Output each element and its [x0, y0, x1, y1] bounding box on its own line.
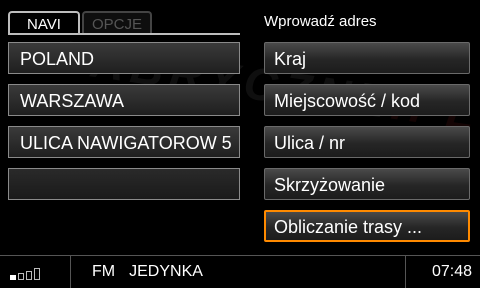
clock: 07:48: [431, 263, 472, 280]
address-menu: Kraj Miejscowość / kod Ulica / nr Skrzyż…: [264, 42, 470, 252]
radio-station: JEDYNKA: [129, 263, 203, 280]
address-fields: POLAND WARSZAWA ULICA NAWIGATOROW 5: [8, 42, 240, 210]
signal-bar: [34, 268, 40, 280]
radio-info[interactable]: FM JEDYNKA: [92, 263, 203, 281]
intersection-value: [8, 168, 240, 200]
signal-bar: [18, 273, 24, 280]
street-number-button[interactable]: Ulica / nr: [264, 126, 470, 158]
intersection-button[interactable]: Skrzyżowanie: [264, 168, 470, 200]
country-value: POLAND: [8, 42, 240, 74]
calculate-route-button[interactable]: Obliczanie trasy ...: [264, 210, 470, 242]
tab-navi[interactable]: NAVI: [8, 11, 80, 35]
radio-band: FM: [92, 263, 116, 280]
tab-opcje[interactable]: OPCJE: [82, 11, 152, 35]
signal-bar: [26, 271, 32, 280]
city-value: WARSZAWA: [8, 84, 240, 116]
status-bar: FM JEDYNKA 07:48: [0, 255, 480, 288]
city-zip-button[interactable]: Miejscowość / kod: [264, 84, 470, 116]
status-divider: [70, 256, 71, 288]
street-value: ULICA NAWIGATOROW 5: [8, 126, 240, 158]
tab-bar: NAVI OPCJE: [8, 11, 248, 35]
menu-title: Wprowadź adres: [264, 13, 377, 30]
signal-bar: [10, 275, 16, 280]
signal-strength-icon: [10, 268, 50, 280]
status-divider: [405, 256, 406, 288]
country-button[interactable]: Kraj: [264, 42, 470, 74]
tab-underline: [8, 33, 240, 35]
